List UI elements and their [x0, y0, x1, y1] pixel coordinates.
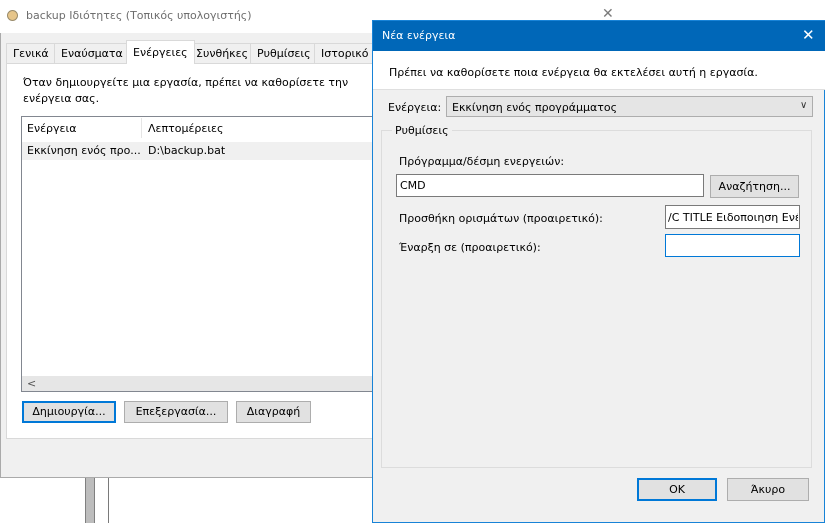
browse-button[interactable]: Αναζήτηση... [710, 175, 799, 198]
dialog-intro-text: Πρέπει να καθορίσετε ποια ενέργεια θα εκ… [389, 66, 758, 79]
tab-settings[interactable]: Ρυθμίσεις [250, 43, 318, 63]
arguments-label: Προσθήκη ορισμάτων (προαιρετικό): [399, 212, 603, 225]
properties-window-title: backup Ιδιότητες (Τοπικός υπολογιστής) [26, 9, 252, 22]
column-header-action[interactable]: Ενέργεια [27, 122, 76, 135]
settings-group-title: Ρυθμίσεις [392, 124, 452, 137]
arguments-input-value: /C TITLE Ειδοποιηση Ενέ [668, 211, 798, 224]
ok-button[interactable]: OK [637, 478, 717, 501]
table-cell-action: Εκκίνηση ενός προ... [27, 144, 141, 157]
dialog-title: Νέα ενέργεια [382, 29, 456, 42]
cancel-button[interactable]: Άκυρο [727, 478, 809, 501]
program-input[interactable] [396, 174, 704, 197]
edit-button[interactable]: Επεξεργασία... [124, 401, 228, 423]
tab-conditions[interactable]: Συνθήκες [189, 43, 256, 63]
task-clock-icon [7, 10, 18, 21]
tab-triggers[interactable]: Εναύσματα [54, 43, 130, 63]
horizontal-scrollbar[interactable] [22, 376, 380, 391]
scroll-left-icon[interactable]: < [27, 377, 36, 390]
start-in-label: Έναρξη σε (προαιρετικό): [399, 241, 541, 254]
delete-button[interactable]: Διαγραφή [236, 401, 311, 423]
column-divider [141, 118, 142, 138]
action-label: Ενέργεια: [388, 101, 442, 114]
start-in-input[interactable] [665, 234, 800, 257]
chevron-down-icon[interactable]: ∨ [800, 100, 807, 111]
actions-description: Όταν δημιουργείτε μια εργασία, πρέπει να… [23, 76, 349, 105]
table-cell-details: D:\backup.bat [148, 144, 226, 157]
action-select-value: Εκκίνηση ενός προγράμματος [452, 101, 618, 114]
background-scrollbar [85, 478, 95, 523]
tab-general[interactable]: Γενικά [6, 43, 56, 63]
program-input-value: CMD [400, 179, 426, 192]
column-header-details[interactable]: Λεπτομέρειες [148, 122, 223, 135]
tab-actions[interactable]: Ενέργειες [126, 40, 195, 64]
program-label: Πρόγραμμα/δέσμη ενεργειών: [399, 155, 565, 168]
background-divider [108, 478, 109, 523]
dialog-close-icon[interactable]: ✕ [802, 26, 815, 44]
create-button[interactable]: Δημιουργία... [22, 401, 116, 423]
